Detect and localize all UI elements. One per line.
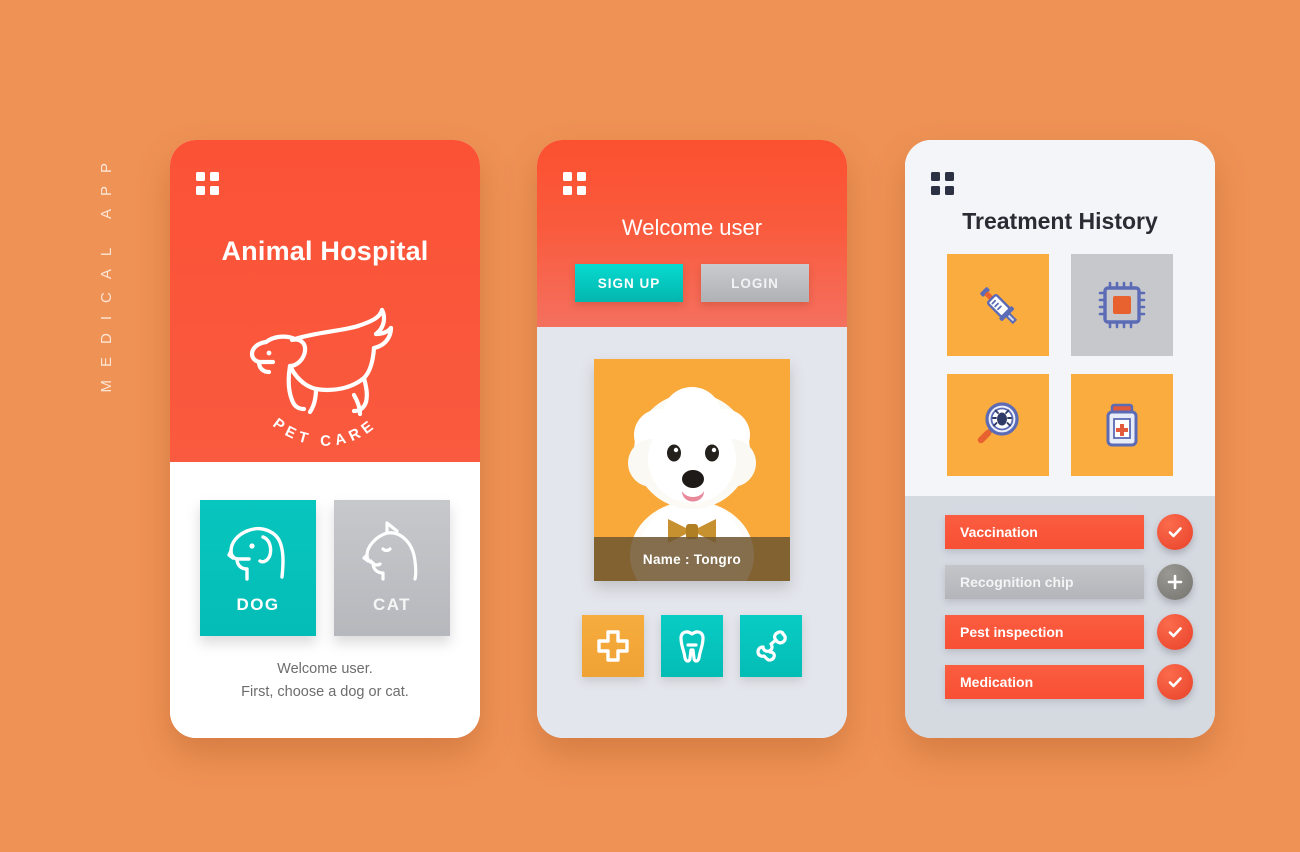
pet-profile-card[interactable]: Name : Tongro	[594, 359, 790, 581]
treatment-tile-chip[interactable]	[1071, 254, 1173, 356]
record-status-button[interactable]	[1157, 564, 1193, 600]
grid-menu-icon[interactable]	[931, 172, 955, 196]
grid-dot	[945, 186, 954, 195]
check-icon	[1168, 527, 1182, 538]
phone2-body: Name : Tongro	[537, 327, 847, 738]
grid-menu-icon[interactable]	[563, 172, 587, 196]
phone1-body: DOG CAT Welcome user. First, choose a do…	[170, 462, 480, 738]
treatment-records-list: Vaccination Recognition chip Pest inspec…	[905, 496, 1215, 738]
grid-dot	[210, 186, 219, 195]
pet-care-logo: PET CARE	[170, 296, 480, 446]
grid-dot	[196, 186, 205, 195]
phone1-header: Animal Hospital PET CARE	[170, 140, 480, 462]
syringe-icon	[980, 287, 1018, 325]
treatment-history-title: Treatment History	[962, 208, 1158, 234]
app-category-label: MEDICAL APP	[86, 150, 126, 500]
service-orthopedic[interactable]	[740, 615, 802, 677]
pet-choice-cat[interactable]: CAT	[334, 500, 450, 636]
magnifier-bug-icon	[977, 402, 1019, 444]
sign-up-button[interactable]: SIGN UP	[575, 264, 683, 302]
dog-head-icon	[227, 526, 285, 581]
grid-dot	[563, 186, 572, 195]
pet-name-label: Name : Tongro	[594, 537, 790, 581]
phone-screen-animal-hospital: Animal Hospital PET CARE DOG CAT Welcome…	[170, 140, 480, 738]
grid-dot	[931, 172, 940, 181]
microchip-icon	[1098, 281, 1146, 329]
grid-dot	[945, 172, 954, 181]
grid-dot	[931, 186, 940, 195]
grid-dot	[210, 172, 219, 181]
treatment-record-row: Pest inspection	[905, 614, 1215, 650]
logo-caption: PET CARE	[270, 415, 381, 446]
grid-dot	[196, 172, 205, 181]
instruction-text: Welcome user. First, choose a dog or cat…	[170, 658, 480, 704]
record-label[interactable]: Medication	[945, 665, 1144, 699]
phone3-header: Treatment History	[905, 140, 1215, 496]
treatment-tile-inspection[interactable]	[947, 374, 1049, 476]
cat-head-icon	[362, 521, 418, 581]
treatment-tile-vaccination[interactable]	[947, 254, 1049, 356]
medicine-bottle-icon	[1106, 403, 1138, 447]
login-button[interactable]: LOGIN	[701, 264, 809, 302]
auth-buttons: SIGN UP LOGIN	[537, 264, 847, 302]
welcome-title: Welcome user	[621, 215, 763, 240]
phone-screen-treatment-history: Treatment History Vaccination Recognitio…	[905, 140, 1215, 738]
medical-cross-icon	[597, 630, 629, 662]
grid-dot	[577, 186, 586, 195]
grid-menu-icon[interactable]	[196, 172, 220, 196]
record-status-button[interactable]	[1157, 514, 1193, 550]
plus-icon	[1167, 574, 1183, 590]
service-shortcuts	[537, 615, 847, 677]
record-status-button[interactable]	[1157, 664, 1193, 700]
record-status-button[interactable]	[1157, 614, 1193, 650]
grid-dot	[577, 172, 586, 181]
treatment-record-row: Recognition chip	[905, 564, 1215, 600]
pet-choice-label: DOG	[236, 595, 280, 614]
treatment-icon-grid	[905, 254, 1215, 476]
grid-dot	[563, 172, 572, 181]
bone-joint-icon	[756, 630, 787, 662]
record-label[interactable]: Vaccination	[945, 515, 1144, 549]
record-label[interactable]: Recognition chip	[945, 565, 1144, 599]
page-title: Animal Hospital	[221, 236, 429, 266]
treatment-record-row: Vaccination	[905, 514, 1215, 550]
pet-choice-dog[interactable]: DOG	[200, 500, 316, 636]
service-medical-cross[interactable]	[582, 615, 644, 677]
instruction-line-2: First, choose a dog or cat.	[241, 684, 409, 700]
phone-screen-welcome: Welcome user SIGN UP LOGIN Name: Tongro	[537, 140, 847, 738]
treatment-tile-medication[interactable]	[1071, 374, 1173, 476]
app-category-text: MEDICAL APP	[97, 150, 115, 393]
service-dental[interactable]	[661, 615, 723, 677]
tooth-icon	[679, 630, 705, 663]
running-dog-line-icon: PET CARE	[249, 307, 394, 446]
treatment-record-row: Medication	[905, 664, 1215, 700]
pet-choice-label: CAT	[373, 595, 411, 614]
check-icon	[1168, 627, 1182, 638]
record-label[interactable]: Pest inspection	[945, 615, 1144, 649]
instruction-line-1: Welcome user.	[277, 661, 373, 677]
check-icon	[1168, 677, 1182, 688]
phone2-header: Welcome user SIGN UP LOGIN	[537, 140, 847, 327]
pet-type-selector: DOG CAT	[170, 500, 480, 636]
